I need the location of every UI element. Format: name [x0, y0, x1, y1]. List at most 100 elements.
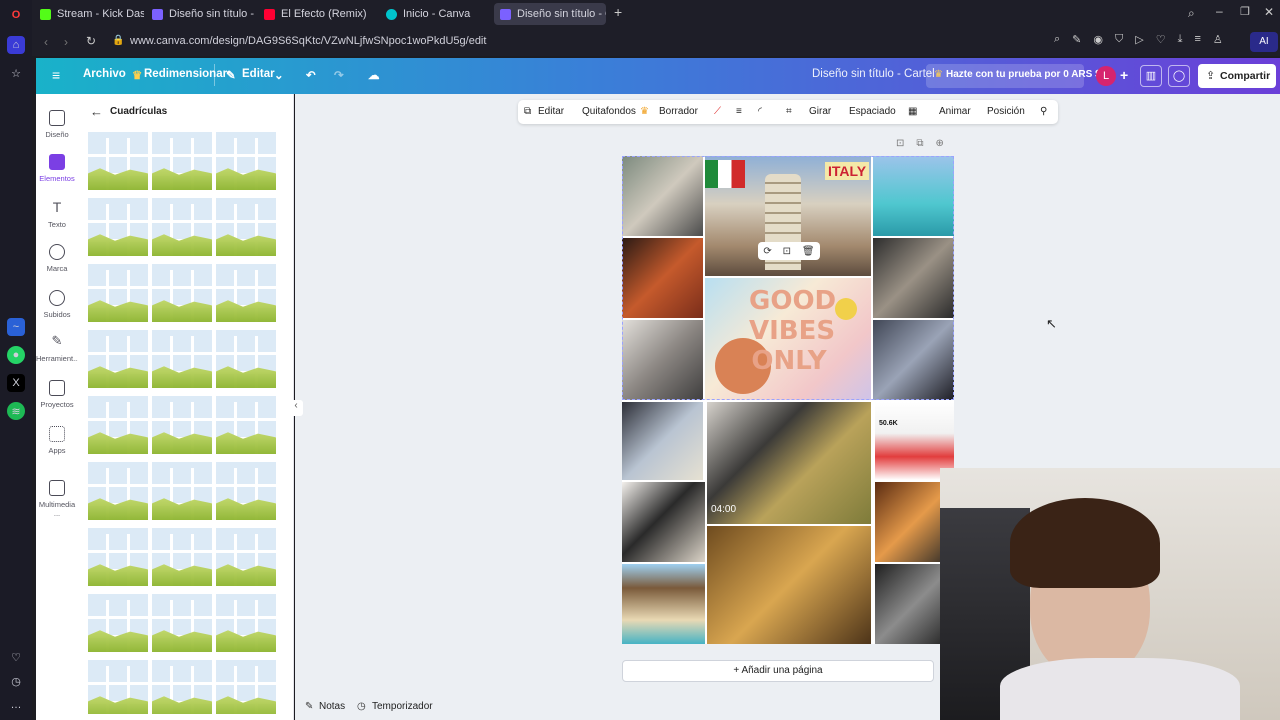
x-icon[interactable]: X — [7, 374, 25, 392]
maximize-icon[interactable]: ❐ — [1240, 5, 1250, 18]
grid-thumbnail[interactable] — [88, 330, 148, 388]
grid-thumbnail[interactable] — [152, 462, 212, 520]
grid-thumbnail[interactable] — [88, 462, 148, 520]
edit-icon[interactable]: ✎ — [1072, 33, 1081, 46]
tab-kick[interactable]: Stream - Kick Dashboard — [34, 3, 144, 25]
rail-herramientas[interactable]: ✎ Herramient... — [36, 334, 79, 364]
collage-photo[interactable] — [622, 402, 703, 480]
timer-button[interactable]: Temporizador — [372, 701, 433, 712]
avatar[interactable]: L — [1096, 66, 1116, 86]
grid-thumbnail[interactable] — [216, 528, 276, 586]
heart-icon[interactable]: ♡ — [7, 648, 25, 666]
grid-thumbnail[interactable] — [152, 660, 212, 714]
border-weight-icon[interactable]: ≡ — [736, 106, 742, 117]
spotify-icon[interactable]: ≋ — [7, 402, 25, 420]
replace-icon[interactable]: ⟳ — [763, 246, 771, 257]
redo-icon[interactable]: ↷ — [334, 68, 344, 82]
play-icon[interactable]: ▷ — [1135, 33, 1143, 46]
hamburger-icon[interactable]: ≡ — [52, 67, 60, 83]
search-icon[interactable]: ⌕ — [1188, 6, 1195, 21]
ctx-girar[interactable]: Girar — [809, 106, 831, 117]
grid-thumbnail[interactable] — [88, 528, 148, 586]
add-page-button[interactable]: + Añadir una página — [622, 660, 934, 682]
food-photo[interactable]: 04:00 — [707, 402, 871, 524]
star-icon[interactable]: ☆ — [7, 64, 25, 82]
comment-icon[interactable]: ◯ — [1168, 65, 1190, 87]
ctx-posicion[interactable]: Posición — [987, 106, 1025, 117]
grid-thumbnail[interactable] — [152, 132, 212, 190]
editar-menu[interactable]: Editar — [242, 68, 275, 80]
rail-texto[interactable]: T Texto — [36, 200, 78, 229]
trial-button[interactable]: ♛ Hazte con tu prueba por 0 ARS $ — [926, 64, 1101, 88]
ctx-animar[interactable]: Animar — [939, 106, 971, 117]
cloud-sync-icon[interactable]: ☁ — [368, 68, 380, 82]
grid-thumbnail[interactable] — [216, 660, 276, 714]
ai-button[interactable]: AI — [1250, 32, 1278, 52]
tab-canva-home[interactable]: Inicio - Canva — [380, 3, 490, 25]
hands-photo[interactable] — [707, 526, 871, 644]
grid-thumbnail[interactable] — [216, 132, 276, 190]
plus-icon[interactable]: + — [1120, 67, 1128, 83]
rail-marca[interactable]: Marca — [36, 244, 78, 273]
collage-photo[interactable] — [622, 482, 705, 562]
insights-icon[interactable]: ▥ — [1140, 65, 1162, 87]
design-canvas[interactable]: ITALY GOOD VIBES ONLY 04:00 50.6K ⟳ ⊡ 🗑 — [622, 156, 954, 644]
more-icon[interactable]: … — [7, 696, 25, 714]
download-icon[interactable]: ⤓ — [1178, 33, 1183, 46]
tab-flyer[interactable]: Diseño sin título - Flyer (A — [146, 3, 256, 25]
collapse-panel-icon[interactable]: ‹ — [289, 400, 303, 416]
paint-format-icon[interactable]: ⚲ — [1040, 106, 1047, 117]
grid-thumbnail[interactable] — [152, 594, 212, 652]
tab-youtube[interactable]: El Efecto (Remix) - You — [258, 3, 368, 25]
beach-hut-photo[interactable] — [622, 564, 705, 644]
grid-thumbnail[interactable] — [216, 396, 276, 454]
tab-cartel[interactable]: Diseño sin título - Cartel — [494, 3, 606, 25]
grid-thumbnail[interactable] — [216, 594, 276, 652]
whatsapp-icon[interactable]: ● — [7, 346, 25, 364]
grid-thumbnail[interactable] — [152, 330, 212, 388]
grid-thumbnail[interactable] — [88, 132, 148, 190]
lock-icon[interactable]: ⊡ — [783, 246, 791, 257]
rail-proyectos[interactable]: Proyectos — [36, 380, 78, 409]
ctx-quitafondos[interactable]: Quitafondos — [582, 106, 636, 117]
home-icon[interactable]: ⌂ — [7, 36, 25, 54]
close-icon[interactable]: ✕ — [1264, 5, 1274, 19]
new-tab-icon[interactable]: + — [614, 5, 628, 19]
grid-thumbnail[interactable] — [152, 198, 212, 256]
grid-thumbnail[interactable] — [88, 198, 148, 256]
crop-icon[interactable]: ⌗ — [786, 106, 792, 117]
back-icon[interactable]: ‹ — [44, 35, 48, 49]
grid-thumbnail[interactable] — [152, 264, 212, 322]
add-page-icon[interactable]: ⊕ — [936, 138, 944, 149]
camera-icon[interactable]: ◉ — [1093, 33, 1103, 46]
minimize-icon[interactable]: – — [1216, 4, 1223, 18]
grid-thumbnail[interactable] — [152, 528, 212, 586]
grid-thumbnail[interactable] — [88, 396, 148, 454]
reload-icon[interactable]: ↻ — [86, 34, 96, 48]
rail-elementos[interactable]: Elementos — [36, 154, 78, 183]
rail-diseno[interactable]: Diseño — [36, 110, 78, 139]
grid-thumbnail[interactable] — [216, 330, 276, 388]
ctx-borrador[interactable]: Borrador — [659, 106, 698, 117]
share-button[interactable]: ⇪ Compartir — [1198, 64, 1276, 88]
notes-button[interactable]: Notas — [319, 701, 345, 712]
duplicate-icon[interactable]: ⧉ — [916, 138, 923, 149]
doc-title[interactable]: Diseño sin título - Cartel — [812, 68, 935, 80]
ctx-espaciado[interactable]: Espaciado — [849, 106, 896, 117]
lock-icon[interactable]: ⊡ — [896, 138, 904, 149]
opera-logo-icon[interactable]: O — [7, 6, 25, 24]
grid-thumbnail[interactable] — [216, 264, 276, 322]
forward-icon[interactable]: › — [64, 35, 68, 49]
archivo-menu[interactable]: Archivo — [83, 68, 126, 80]
ctx-editar[interactable]: Editar — [538, 106, 564, 117]
grid-thumbnail[interactable] — [152, 396, 212, 454]
url-field[interactable]: www.canva.com/design/DAG9S6SqKtc/VZwNLjf… — [130, 35, 486, 47]
grid-thumbnail[interactable] — [88, 660, 148, 714]
corner-icon[interactable]: ◜ — [758, 106, 762, 117]
border-color-icon[interactable]: ⟋ — [714, 106, 721, 117]
menu-icon[interactable]: ≡ — [1194, 33, 1200, 46]
grid-thumbnail[interactable] — [216, 198, 276, 256]
zoom-icon[interactable]: ⌕ — [1054, 33, 1060, 46]
messenger-icon[interactable]: ~ — [7, 318, 25, 336]
shield-icon[interactable]: ⛉ — [1115, 33, 1123, 46]
